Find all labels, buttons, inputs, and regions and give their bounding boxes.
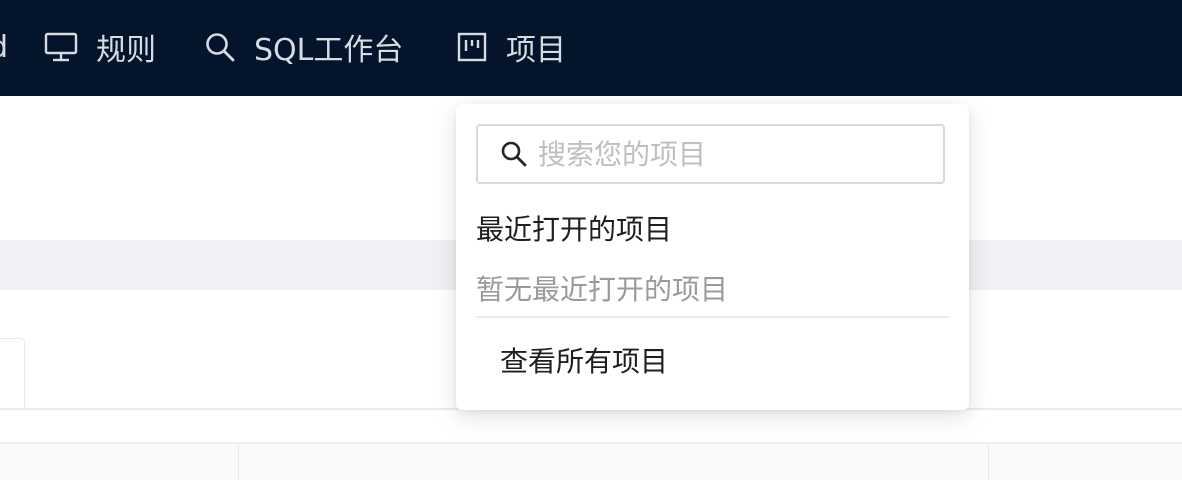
- nav-item-rules[interactable]: 规则: [44, 24, 156, 70]
- nav-item-clipped[interactable]: d: [0, 24, 8, 70]
- nav-item-projects-label: 项目: [506, 33, 566, 68]
- monitor-icon: [44, 32, 78, 62]
- nav-item-rules-label: 规则: [96, 33, 156, 68]
- table-column-divider: [238, 444, 239, 480]
- nav-item-projects[interactable]: 项目: [456, 24, 566, 70]
- search-icon: [204, 31, 236, 63]
- nav-item-clipped-label: d: [0, 30, 8, 65]
- nav-item-sql-workbench-label: SQL工作台: [254, 33, 404, 68]
- recent-projects-heading: 最近打开的项目: [476, 213, 673, 246]
- table-column-divider: [988, 444, 989, 480]
- dropdown-divider: [476, 316, 949, 318]
- view-all-projects-link[interactable]: 查看所有项目: [500, 340, 668, 380]
- projects-dropdown: 最近打开的项目 暂无最近打开的项目 查看所有项目: [456, 104, 969, 410]
- search-icon: [500, 140, 528, 168]
- table-header: [0, 444, 1182, 480]
- top-navigation-bar: d 规则 SQL工作台 项目: [0, 0, 1182, 96]
- project-search-field[interactable]: [476, 124, 945, 184]
- project-board-icon: [456, 31, 488, 63]
- tab[interactable]: [0, 338, 25, 410]
- recent-projects-empty-text: 暂无最近打开的项目: [476, 273, 729, 306]
- project-search-input[interactable]: [536, 136, 920, 172]
- nav-item-sql-workbench[interactable]: SQL工作台: [204, 24, 403, 70]
